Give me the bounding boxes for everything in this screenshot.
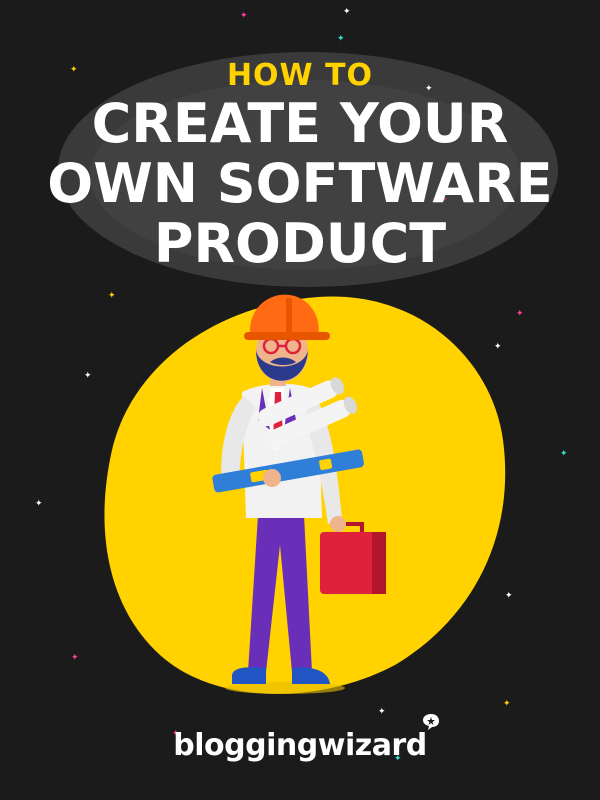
man-left-shoe: [232, 667, 266, 684]
hero-illustration: [104, 294, 506, 694]
brand-name: bloggingwizard: [173, 728, 427, 763]
brand-logo: bloggingwizard: [0, 714, 600, 763]
wizard-hat-icon: [422, 714, 439, 730]
poster: ✦ ✦ ✦ ✦ ✦ ✦ ✦ ✦ ✦ ✦ ✦ ✦ ✦ ✦ ✦ ✦ ✦ ✦ ✦ HO…: [0, 0, 600, 800]
